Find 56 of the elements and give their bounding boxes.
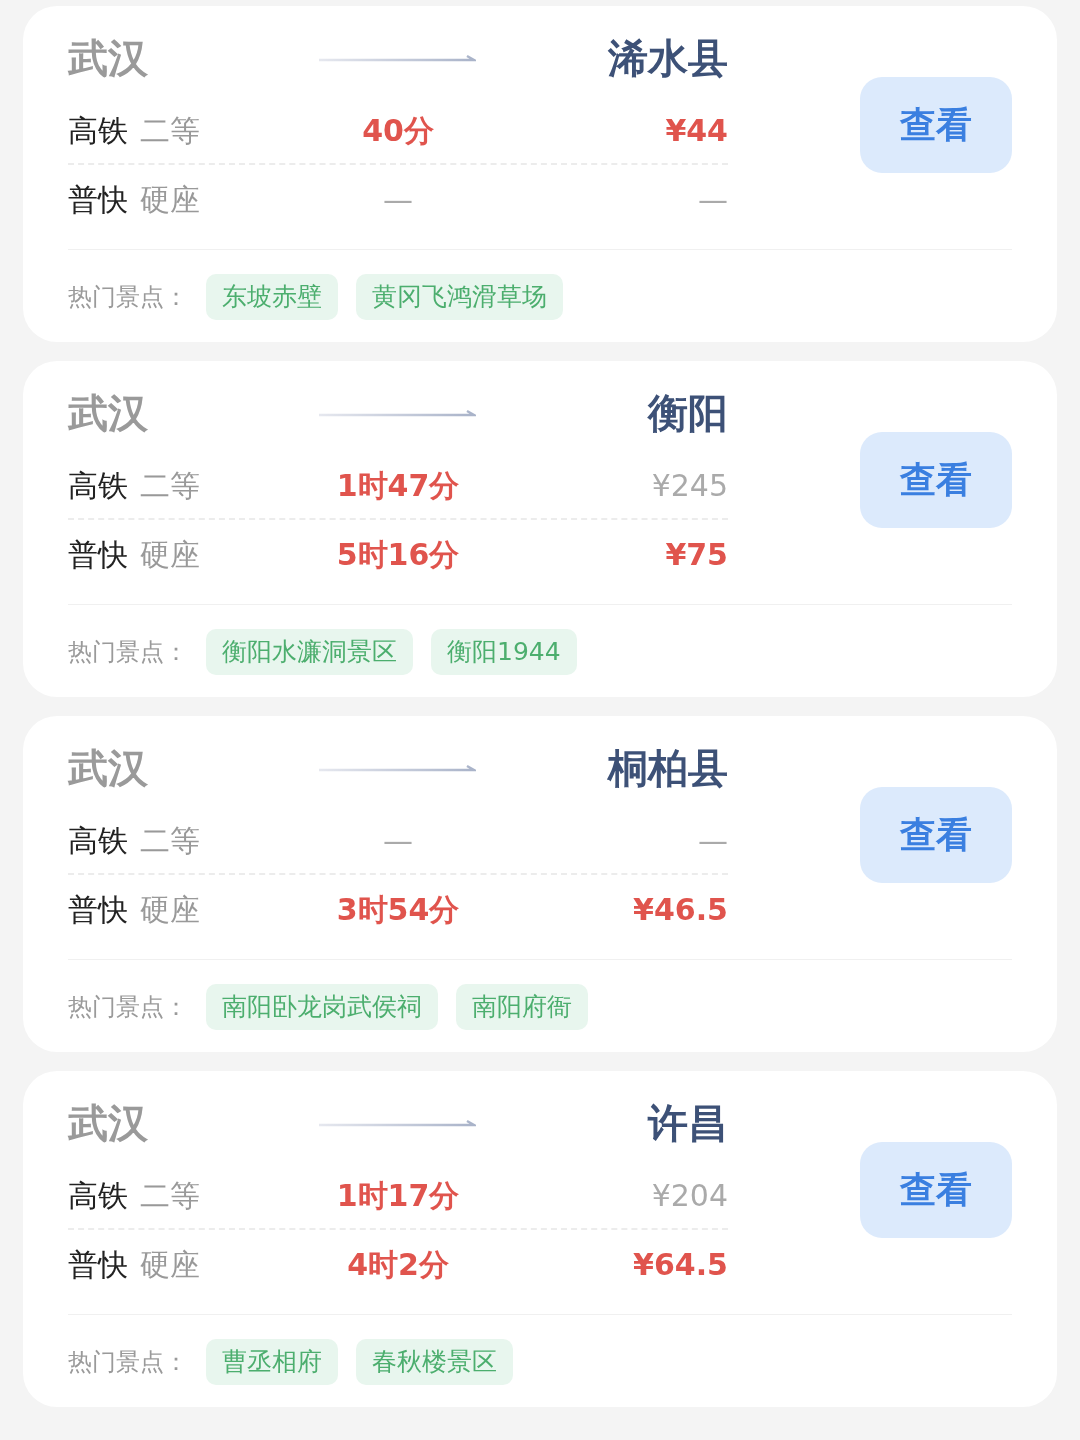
seat-class: 硬座 [140, 1246, 200, 1282]
ticket-price: ¥75 [665, 536, 728, 572]
destination-city: 浠水县 [607, 34, 728, 83]
train-type: 普快 [68, 891, 128, 927]
seat-class: 二等 [140, 1177, 200, 1213]
attraction-tag[interactable]: 黄冈飞鸿滑草场 [356, 274, 563, 320]
attraction-tag[interactable]: 衡阳水濂洞景区 [206, 629, 413, 675]
view-button[interactable]: 查看 [860, 76, 1012, 173]
seat-class: 硬座 [140, 891, 200, 927]
view-button[interactable]: 查看 [860, 786, 1012, 883]
travel-time: 3时54分 [336, 891, 460, 927]
travel-time: 1时17分 [336, 1177, 460, 1213]
ticket-price: ¥44 [665, 112, 728, 148]
attraction-tag[interactable]: 衡阳1944 [431, 629, 577, 675]
attractions-label: 热门景点： [68, 282, 188, 313]
attractions-label: 热门景点： [68, 1347, 188, 1378]
ticket-price: — [698, 181, 728, 217]
seat-class: 二等 [140, 467, 200, 503]
attraction-tag[interactable]: 南阳卧龙岗武侯祠 [206, 984, 438, 1030]
train-type: 高铁 [68, 1177, 128, 1213]
train-type: 普快 [68, 536, 128, 572]
ticket-price: ¥245 [651, 467, 728, 503]
seat-class: 二等 [140, 112, 200, 148]
origin-city: 武汉 [68, 34, 149, 83]
origin-city: 武汉 [68, 744, 149, 793]
attraction-tag[interactable]: 曹丞相府 [206, 1339, 338, 1385]
view-button[interactable]: 查看 [860, 1141, 1012, 1238]
attractions-label: 热门景点： [68, 992, 188, 1023]
travel-time: 40分 [362, 112, 434, 148]
train-type: 普快 [68, 181, 128, 217]
travel-time: 4时2分 [347, 1246, 449, 1282]
origin-city: 武汉 [68, 1099, 149, 1148]
train-type: 普快 [68, 1246, 128, 1282]
view-button[interactable]: 查看 [860, 431, 1012, 528]
attraction-tag[interactable]: 东坡赤壁 [206, 274, 338, 320]
train-type: 高铁 [68, 112, 128, 148]
destination-city: 许昌 [646, 1099, 728, 1148]
ticket-price: ¥64.5 [633, 1246, 728, 1282]
ticket-price: ¥204 [651, 1177, 728, 1213]
destination-city: 桐柏县 [606, 744, 728, 793]
origin-city: 武汉 [68, 389, 149, 438]
seat-class: 硬座 [140, 181, 200, 217]
ticket-price: — [698, 822, 728, 858]
destination-city: 衡阳 [646, 389, 728, 438]
attraction-tag[interactable]: 春秋楼景区 [356, 1339, 513, 1385]
ticket-price: ¥46.5 [633, 891, 728, 927]
travel-time: 5时16分 [336, 536, 460, 572]
travel-time: 1时47分 [336, 467, 460, 503]
attraction-tag[interactable]: 南阳府衙 [456, 984, 588, 1030]
train-type: 高铁 [68, 822, 128, 858]
travel-time: — [383, 181, 413, 217]
seat-class: 硬座 [140, 536, 200, 572]
travel-time: — [383, 822, 413, 858]
train-type: 高铁 [68, 467, 128, 503]
seat-class: 二等 [140, 822, 200, 858]
attractions-label: 热门景点： [68, 637, 188, 668]
